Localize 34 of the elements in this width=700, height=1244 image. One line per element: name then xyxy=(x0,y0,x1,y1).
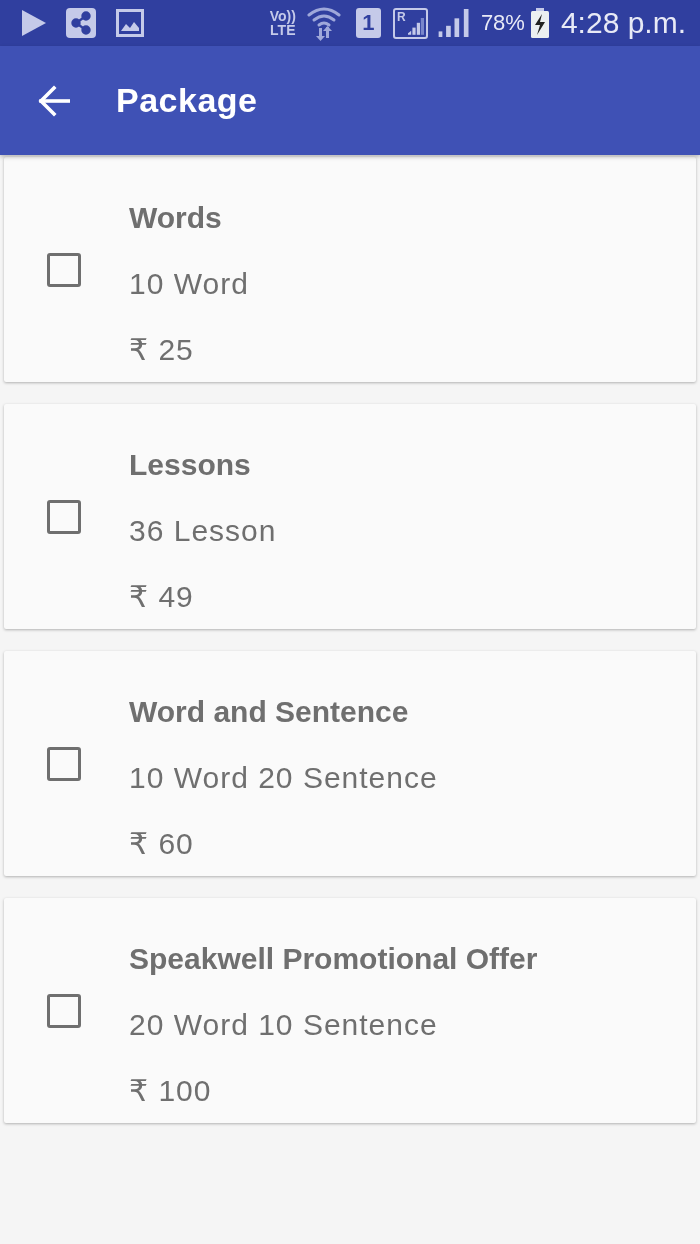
wifi-icon xyxy=(305,5,342,41)
roaming-label: R xyxy=(396,10,406,23)
package-card[interactable]: Words 10 Word ₹ 25 xyxy=(4,157,696,382)
battery-percentage: 78% xyxy=(480,10,525,36)
volte-label: Vo)) xyxy=(269,9,296,23)
package-price: ₹ 49 xyxy=(129,578,195,615)
package-price: ₹ 60 xyxy=(129,825,195,862)
package-checkbox[interactable] xyxy=(47,993,81,1028)
sim-indicator: 1 xyxy=(355,8,381,38)
package-card[interactable]: Speakwell Promotional Offer 20 Word 10 Sentence ₹ 100 xyxy=(4,898,696,1123)
package-card[interactable]: Word and Sentence 10 Word 20 Sentence ₹ 60 xyxy=(4,651,696,876)
package-price: ₹ 100 xyxy=(129,1072,213,1109)
package-details: 10 Word xyxy=(129,265,249,302)
battery-charging-icon xyxy=(530,8,549,38)
package-details: 10 Word 20 Sentence xyxy=(129,759,438,796)
share-icon xyxy=(66,8,96,38)
signal-bars-icon xyxy=(437,9,471,37)
lte-label: LTE xyxy=(270,23,296,37)
image-icon xyxy=(116,9,144,37)
signal-bars-icon xyxy=(407,16,424,35)
package-checkbox[interactable] xyxy=(47,499,81,534)
package-name: Speakwell Promotional Offer xyxy=(129,940,538,977)
package-card[interactable]: Lessons 36 Lesson ₹ 49 xyxy=(4,404,696,629)
package-name: Words xyxy=(129,199,223,236)
package-details: 36 Lesson xyxy=(129,512,277,549)
package-name: Lessons xyxy=(129,446,252,483)
package-price: ₹ 25 xyxy=(129,331,195,368)
package-checkbox[interactable] xyxy=(47,746,81,781)
clock-time: 4:28 p.m. xyxy=(560,6,686,40)
package-name: Word and Sentence xyxy=(129,693,410,730)
play-icon xyxy=(22,10,46,36)
package-details: 20 Word 10 Sentence xyxy=(129,1006,439,1043)
package-checkbox[interactable] xyxy=(47,252,81,287)
screen-title: Package xyxy=(116,81,258,120)
